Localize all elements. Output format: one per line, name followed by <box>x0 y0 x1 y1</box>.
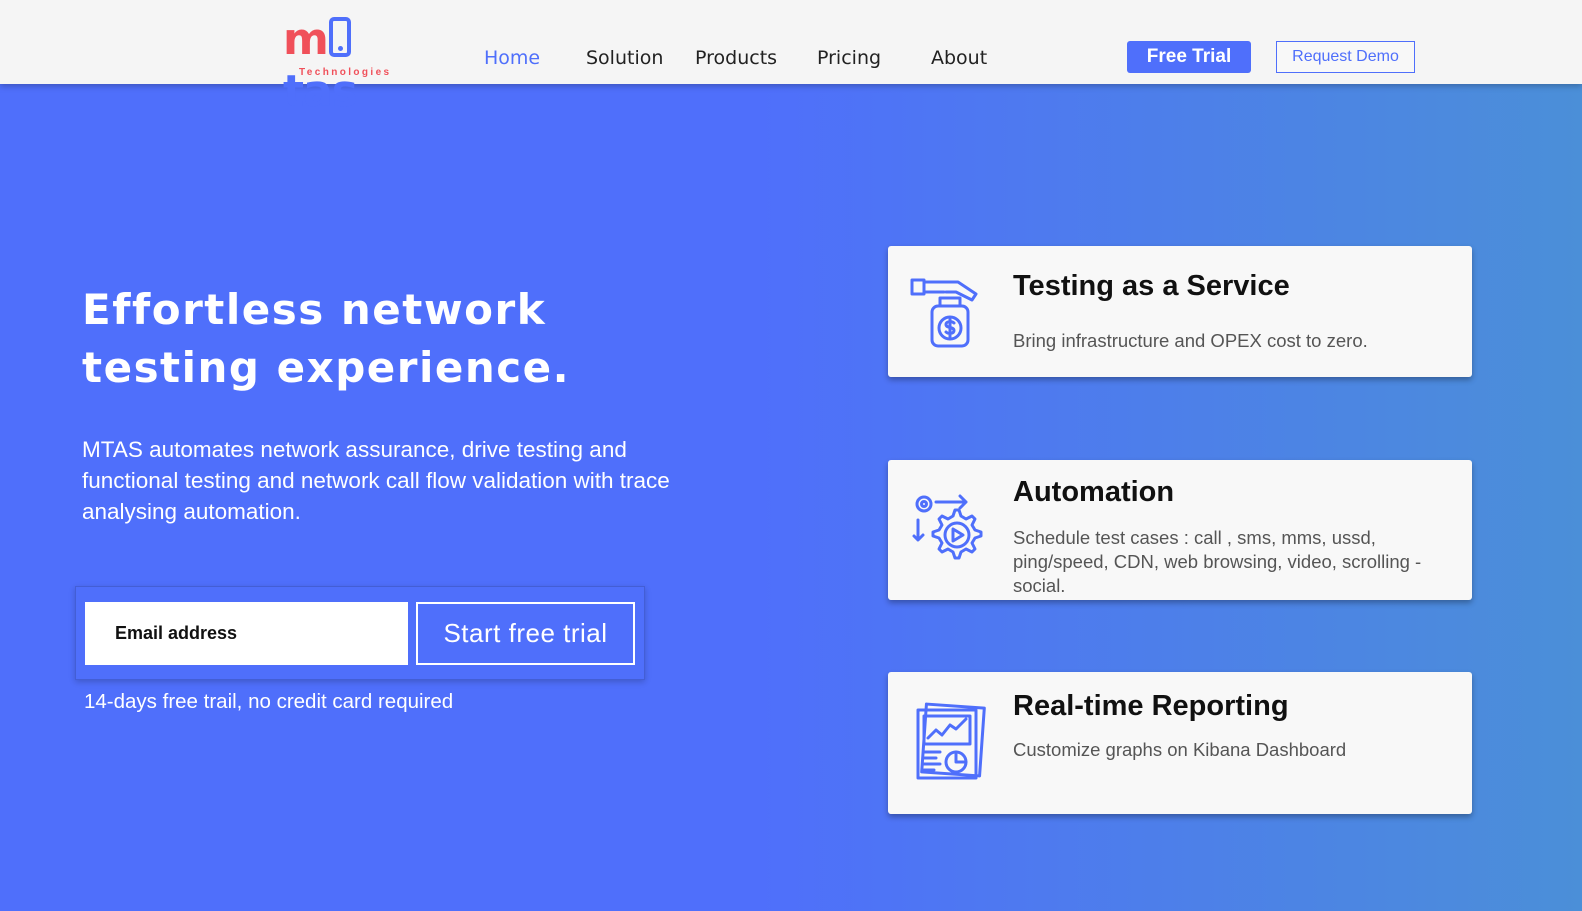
feature-card-reporting[interactable]: Real-time Reporting Customize graphs on … <box>888 672 1472 814</box>
nav-home[interactable]: Home <box>484 47 540 69</box>
nav-about[interactable]: About <box>931 47 987 69</box>
phone-icon <box>328 17 351 57</box>
feature-card-automation[interactable]: Automation Schedule test cases : call , … <box>888 460 1472 600</box>
card-title: Automation <box>1013 476 1175 508</box>
email-input[interactable] <box>85 602 408 665</box>
logo-subtitle: Technologies <box>299 67 392 78</box>
logo-wordmark: mtas <box>283 14 423 118</box>
card-description: Schedule test cases : call , sms, mms, u… <box>1013 527 1422 596</box>
report-chart-icon <box>916 702 986 780</box>
request-demo-button[interactable]: Request Demo <box>1276 41 1415 73</box>
nav-pricing[interactable]: Pricing <box>817 47 881 69</box>
feature-card-testing-service[interactable]: Testing as a Service Bring infrastructur… <box>888 246 1472 377</box>
site-header: mtas Technologies Home Solution Products… <box>0 0 1582 117</box>
nav-products[interactable]: Products <box>695 47 777 69</box>
logo-m: m <box>283 14 329 65</box>
trial-note: 14-days free trail, no credit card requi… <box>84 690 454 713</box>
card-description: Customize graphs on Kibana Dashboard <box>1013 739 1347 760</box>
card-title: Real-time Reporting <box>1013 690 1289 722</box>
signup-form: Start free trial <box>75 586 645 680</box>
automation-gear-play-icon <box>912 494 983 560</box>
free-trial-button[interactable]: Free Trial <box>1127 41 1251 73</box>
start-free-trial-button[interactable]: Start free trial <box>416 602 635 665</box>
hero-description: MTAS automates network assurance, drive … <box>82 437 670 524</box>
nav-solution[interactable]: Solution <box>586 47 663 69</box>
card-description: Bring infrastructure and OPEX cost to ze… <box>1013 330 1368 351</box>
card-title: Testing as a Service <box>1013 270 1290 302</box>
hand-money-jar-icon <box>910 278 978 348</box>
hero-title: Effortless network testing experience. <box>82 285 571 392</box>
mtas-logo[interactable]: mtas Technologies <box>283 14 423 117</box>
